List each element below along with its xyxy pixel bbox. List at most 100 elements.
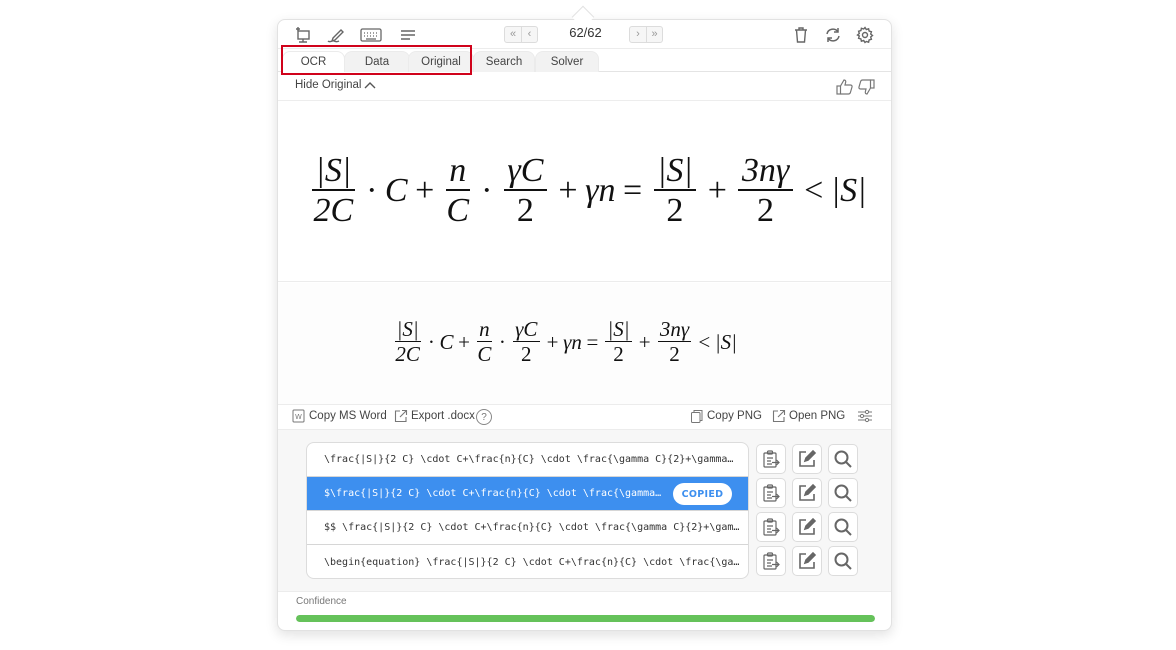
search-button[interactable]	[828, 478, 858, 508]
gear-icon[interactable]	[856, 26, 874, 44]
row-actions	[756, 512, 858, 542]
settings-sliders-icon[interactable]	[857, 409, 873, 423]
copy-png-button[interactable]: Copy PNG	[690, 409, 762, 423]
latex-result-row[interactable]: $$ \frac{|S|}{2 C} \cdot C+\frac{n}{C} \…	[307, 511, 748, 545]
edit-button[interactable]	[792, 478, 822, 508]
numerator: |S|	[653, 152, 697, 192]
fraction: 3nγ 2	[738, 152, 793, 230]
tab-solver[interactable]: Solver	[535, 51, 599, 72]
confidence-bar	[296, 615, 875, 622]
last-page-button[interactable]: »	[646, 27, 662, 42]
open-png-button[interactable]: Open PNG	[772, 409, 845, 423]
fraction: |S| 2	[605, 317, 632, 366]
tab-ocr[interactable]: OCR	[282, 51, 345, 72]
denominator: 2	[757, 192, 775, 230]
less-than: <	[698, 329, 711, 354]
denominator: 2C	[395, 342, 420, 367]
results-panel: \frac{|S|}{2 C} \cdot C+\frac{n}{C} \cdo…	[278, 430, 891, 592]
latex-result-row-selected[interactable]: $\frac{|S|}{2 C} \cdot C+\frac{n}{C} \cd…	[307, 477, 748, 511]
paste-clipboard-button[interactable]	[756, 546, 786, 576]
edit-icon	[799, 517, 817, 535]
clipboard-icon	[763, 518, 780, 536]
latex-result-row[interactable]: \frac{|S|}{2 C} \cdot C+\frac{n}{C} \cdo…	[307, 443, 748, 477]
variable: C	[384, 172, 408, 210]
tab-search[interactable]: Search	[473, 51, 535, 72]
fraction: nC	[445, 152, 470, 230]
numerator: 3nγ	[738, 152, 793, 192]
copy-ms-word-button[interactable]: W Copy MS Word	[292, 409, 387, 423]
thumbs-up-icon[interactable]	[836, 78, 854, 96]
text-lines-icon[interactable]	[399, 26, 417, 44]
copied-badge: COPIED	[673, 483, 732, 505]
numerator: |S|	[605, 317, 632, 343]
first-page-button[interactable]: «	[505, 27, 521, 42]
denominator: 2	[666, 192, 684, 230]
denominator: C	[446, 192, 470, 230]
latex-results-list: \frac{|S|}{2 C} \cdot C+\frac{n}{C} \cdo…	[306, 442, 749, 579]
latex-text: $$ \frac{|S|}{2 C} \cdot C+\frac{n}{C} \…	[324, 522, 740, 533]
search-button[interactable]	[828, 546, 858, 576]
refresh-icon[interactable]	[824, 26, 842, 44]
export-docx-button[interactable]: Export .docx	[394, 409, 475, 423]
fraction: γC 2	[513, 317, 540, 367]
clipboard-icon	[763, 450, 780, 468]
fraction: nC	[477, 317, 492, 366]
denominator: 2C	[313, 192, 354, 230]
prev-page-button[interactable]: ‹	[521, 27, 537, 42]
edit-button[interactable]	[792, 444, 822, 474]
paste-clipboard-button[interactable]	[756, 444, 786, 474]
equals: =	[586, 329, 599, 354]
nav-back-group: « ‹	[504, 26, 538, 43]
copy-icon	[691, 410, 703, 423]
hide-original-toggle[interactable]: Hide Original	[295, 79, 376, 91]
help-icon[interactable]: ?	[476, 409, 492, 425]
plus: +	[638, 329, 651, 354]
equals: =	[622, 172, 643, 210]
search-button[interactable]	[828, 444, 858, 474]
paste-clipboard-button[interactable]	[756, 512, 786, 542]
open-png-label: Open PNG	[789, 410, 846, 422]
rendered-equation: |S| 2C · C + nC · γC 2 + γn = |S| 2 + 3nγ 2 …	[392, 317, 737, 367]
row-actions	[756, 546, 858, 576]
fraction: 3nγ 2	[657, 317, 692, 367]
edit-button[interactable]	[792, 512, 822, 542]
trash-icon[interactable]	[792, 26, 810, 44]
edit-button[interactable]	[792, 546, 822, 576]
tab-data[interactable]: Data	[344, 51, 410, 72]
confidence-bar-fill	[296, 615, 875, 622]
latex-text: \frac{|S|}{2 C} \cdot C+\frac{n}{C} \cdo…	[324, 454, 734, 465]
thumbs-down-icon[interactable]	[857, 78, 875, 96]
denominator: 2	[516, 192, 534, 230]
tab-original[interactable]: Original	[408, 51, 474, 72]
confidence-label: Confidence	[296, 596, 347, 607]
row-actions	[756, 444, 858, 474]
plus: +	[458, 329, 470, 354]
variable: |S|	[830, 172, 867, 210]
numerator: γC	[513, 317, 540, 343]
clipboard-icon	[763, 552, 780, 570]
search-button[interactable]	[828, 512, 858, 542]
screen-capture-icon[interactable]	[294, 26, 312, 44]
variable: γn	[563, 329, 582, 354]
row-actions	[756, 478, 858, 508]
copy-png-label: Copy PNG	[707, 410, 762, 422]
handwriting-icon[interactable]	[327, 26, 345, 44]
keyboard-icon[interactable]	[360, 26, 382, 44]
denominator: 2	[521, 342, 532, 367]
denominator: 2	[669, 342, 680, 367]
page-counter: 62/62	[569, 25, 602, 40]
next-page-button[interactable]: ›	[630, 27, 646, 42]
fraction: |S| 2	[653, 152, 697, 230]
search-icon	[834, 484, 852, 502]
hide-original-label: Hide Original	[295, 79, 362, 91]
copy-ms-word-label: Copy MS Word	[309, 410, 387, 422]
latex-result-row[interactable]: \begin{equation} \frac{|S|}{2 C} \cdot C…	[307, 545, 748, 578]
fraction: |S| 2C	[312, 152, 355, 230]
cdot: ·	[498, 329, 506, 354]
hide-original-row: Hide Original	[278, 73, 891, 101]
rendered-preview: |S| 2C · C + nC · γC 2 + γn = |S| 2 + 3nγ 2 …	[278, 283, 891, 405]
plus: +	[546, 329, 559, 354]
cdot: ·	[366, 172, 378, 210]
paste-clipboard-button[interactable]	[756, 478, 786, 508]
edit-icon	[799, 449, 817, 467]
